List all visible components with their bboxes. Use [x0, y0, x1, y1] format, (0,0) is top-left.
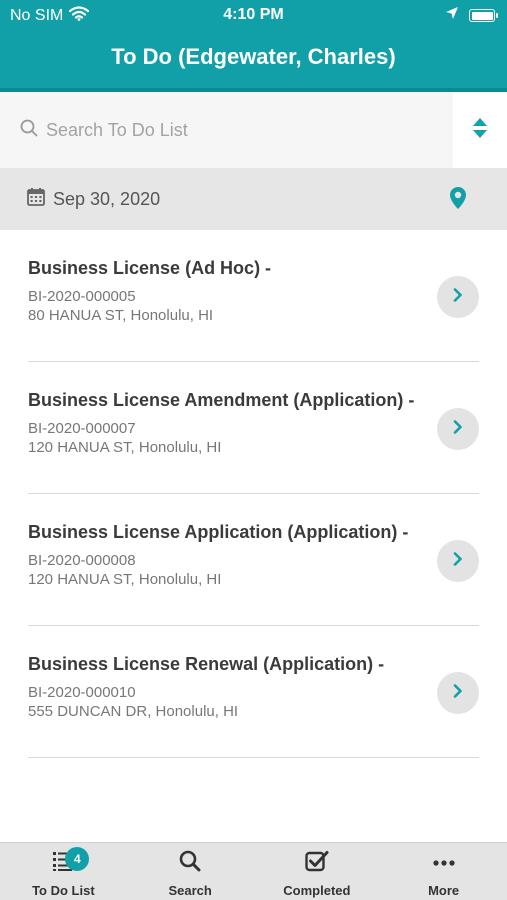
tab-label: To Do List — [32, 883, 95, 898]
item-record-id: BI-2020-000005 — [28, 288, 136, 305]
battery-icon — [469, 9, 498, 22]
item-detail-button[interactable] — [437, 276, 479, 318]
item-detail-button[interactable] — [437, 408, 479, 450]
todo-count-badge: 4 — [65, 847, 90, 871]
list-item[interactable]: Business License (Ad Hoc) - BI-2020-0000… — [28, 230, 479, 362]
calendar-icon — [27, 187, 45, 211]
item-address: 555 DUNCAN DR, Honolulu, HI — [28, 703, 239, 720]
chevron-right-icon — [453, 683, 463, 703]
chevron-right-icon — [453, 551, 463, 571]
item-record-id: BI-2020-000008 — [28, 552, 136, 569]
chevron-right-icon — [453, 287, 463, 307]
chevron-right-icon — [453, 419, 463, 439]
date-filter-row[interactable]: Sep 30, 2020 — [0, 168, 507, 230]
more-icon — [433, 854, 455, 872]
tab-bar: 4 To Do List Search Completed More — [0, 842, 507, 900]
item-address: 120 HANUA ST, Honolulu, HI — [28, 439, 222, 456]
date-label: Sep 30, 2020 — [53, 188, 161, 209]
item-address: 80 HANUA ST, Honolulu, HI — [28, 307, 214, 324]
list-item[interactable]: Business License Application (Applicatio… — [28, 494, 479, 626]
tab-label: More — [428, 883, 460, 898]
page-title: To Do (Edgewater, Charles) — [111, 44, 396, 69]
item-title: Business License Amendment (Application)… — [28, 390, 415, 410]
item-title: Business License Renewal (Application) - — [28, 654, 385, 674]
item-record-id: BI-2020-000010 — [28, 684, 136, 701]
app-header: No SIM 4:10 PM To Do (Edgewater, Charles… — [0, 0, 507, 92]
tab-more[interactable]: More — [380, 843, 507, 900]
sort-button[interactable] — [453, 92, 507, 168]
todo-list: Business License (Ad Hoc) - BI-2020-0000… — [0, 230, 507, 758]
search-box[interactable] — [0, 92, 453, 168]
list-item[interactable]: Business License Renewal (Application) -… — [28, 626, 479, 758]
tab-completed[interactable]: Completed — [254, 843, 381, 900]
search-input[interactable] — [46, 119, 426, 141]
item-detail-button[interactable] — [437, 672, 479, 714]
tab-todo-list[interactable]: 4 To Do List — [0, 843, 127, 900]
checkbox-icon — [305, 850, 329, 877]
status-bar: No SIM 4:10 PM — [0, 0, 507, 30]
tab-label: Search — [168, 883, 212, 898]
search-icon — [179, 850, 201, 877]
status-right — [445, 6, 498, 25]
search-icon — [20, 119, 38, 142]
status-time: 4:10 PM — [223, 6, 284, 23]
item-title: Business License (Ad Hoc) - — [28, 258, 272, 278]
sort-icon — [472, 117, 488, 144]
list-item[interactable]: Business License Amendment (Application)… — [28, 362, 479, 494]
item-address: 120 HANUA ST, Honolulu, HI — [28, 571, 222, 588]
item-title: Business License Application (Applicatio… — [28, 522, 409, 542]
tab-search[interactable]: Search — [127, 843, 254, 900]
item-record-id: BI-2020-000007 — [28, 420, 136, 437]
location-arrow-icon — [445, 6, 459, 25]
search-row — [0, 92, 507, 168]
item-detail-button[interactable] — [437, 540, 479, 582]
tab-label: Completed — [283, 883, 351, 898]
map-pin-icon[interactable] — [449, 186, 467, 215]
